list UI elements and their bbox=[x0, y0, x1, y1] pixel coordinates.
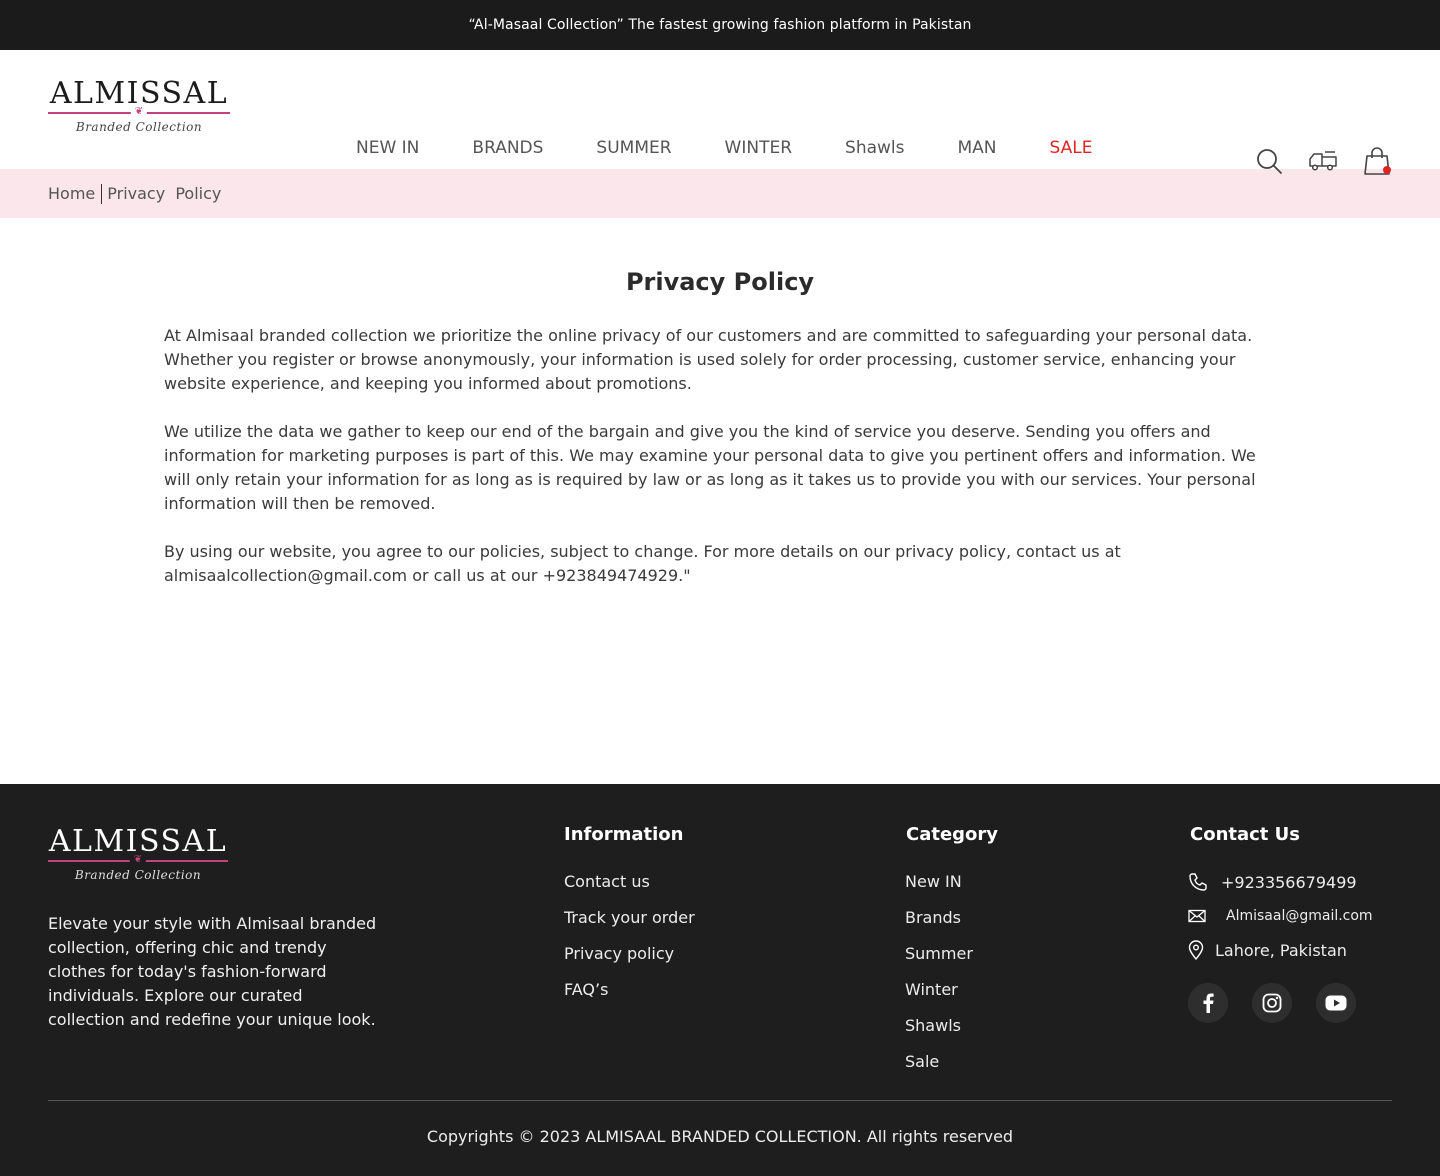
footer-logo-divider: ❦ bbox=[48, 854, 228, 866]
footer-category-winter[interactable]: Winter bbox=[905, 979, 998, 1001]
main-content: Privacy Policy At Almisaal branded colle… bbox=[0, 218, 1440, 784]
logo-divider: ❦ bbox=[48, 106, 230, 118]
footer-contact: Contact Us +923356679499 Almisaal@gmail.… bbox=[1188, 824, 1380, 1023]
breadcrumb-current: Privacy Policy bbox=[107, 184, 222, 203]
nav-brands[interactable]: BRANDS bbox=[472, 138, 543, 158]
contact-location: Lahore, Pakistan bbox=[1188, 939, 1380, 961]
footer-information: Information Contact us Track your order … bbox=[564, 824, 695, 1015]
phone-icon bbox=[1188, 872, 1210, 892]
mail-icon bbox=[1188, 909, 1210, 923]
nav-summer[interactable]: SUMMER bbox=[596, 138, 671, 158]
nav-new-in[interactable]: NEW IN bbox=[356, 138, 419, 158]
footer-link-faq[interactable]: FAQ’s bbox=[564, 979, 695, 1001]
site-logo[interactable]: ALMISSAL ❦ Branded Collection bbox=[48, 78, 230, 134]
footer-contact-title: Contact Us bbox=[1190, 824, 1301, 845]
footer-logo[interactable]: ALMISSAL ❦ Branded Collection bbox=[48, 826, 228, 882]
contact-phone-text: +923356679499 bbox=[1221, 872, 1357, 892]
cart-badge bbox=[1383, 166, 1391, 174]
footer-category-summer[interactable]: Summer bbox=[905, 943, 998, 965]
footer-information-title: Information bbox=[564, 824, 684, 845]
announcement-bar: “Al-Masaal Collection” The fastest growi… bbox=[0, 0, 1440, 50]
footer-link-privacy[interactable]: Privacy policy bbox=[564, 943, 695, 965]
breadcrumb: Home Privacy Policy bbox=[0, 169, 1440, 218]
shopping-bag-icon[interactable] bbox=[1362, 146, 1392, 176]
header-actions bbox=[1254, 146, 1392, 176]
social-links bbox=[1188, 983, 1380, 1023]
contact-location-text: Lahore, Pakistan bbox=[1215, 940, 1347, 960]
truck-icon[interactable] bbox=[1308, 146, 1338, 176]
footer-category-brands[interactable]: Brands bbox=[905, 907, 998, 929]
logo-tagline: Branded Collection bbox=[75, 120, 203, 134]
footer-link-contact[interactable]: Contact us bbox=[564, 871, 695, 893]
location-pin-icon bbox=[1188, 940, 1210, 960]
footer-category: Category New IN Brands Summer Winter Sha… bbox=[905, 824, 998, 1087]
footer-link-track-order[interactable]: Track your order bbox=[564, 907, 695, 929]
announcement-text: “Al-Masaal Collection” The fastest growi… bbox=[468, 17, 972, 33]
main-nav: NEW IN BRANDS SUMMER WINTER Shawls MAN S… bbox=[356, 138, 1092, 158]
logo-ornament-icon: ❦ bbox=[129, 854, 147, 866]
footer-divider bbox=[48, 1100, 1392, 1101]
breadcrumb-home[interactable]: Home bbox=[48, 184, 95, 203]
policy-paragraph: By using our website, you agree to our p… bbox=[164, 542, 1121, 585]
site-header: ALMISSAL ❦ Branded Collection NEW IN BRA… bbox=[0, 50, 1440, 175]
page-title: Privacy Policy bbox=[625, 268, 815, 296]
footer-category-sale[interactable]: Sale bbox=[905, 1051, 998, 1073]
nav-man[interactable]: MAN bbox=[958, 138, 997, 158]
footer-category-new-in[interactable]: New IN bbox=[905, 871, 998, 893]
youtube-icon[interactable] bbox=[1316, 983, 1356, 1023]
instagram-icon[interactable] bbox=[1252, 983, 1292, 1023]
contact-email-text: Almisaal@gmail.com bbox=[1226, 908, 1373, 924]
nav-winter[interactable]: WINTER bbox=[725, 138, 792, 158]
facebook-icon[interactable] bbox=[1188, 983, 1228, 1023]
breadcrumb-separator bbox=[101, 183, 103, 204]
footer-logo-tagline: Branded Collection bbox=[74, 868, 202, 882]
copyright: Copyrights © 2023 ALMISAAL BRANDED COLLE… bbox=[426, 1127, 1014, 1146]
contact-phone[interactable]: +923356679499 bbox=[1188, 871, 1380, 893]
site-footer: ALMISSAL ❦ Branded Collection Elevate yo… bbox=[0, 784, 1440, 1176]
footer-about-text: Elevate your style with Almisaal branded… bbox=[48, 914, 377, 1029]
logo-ornament-icon: ❦ bbox=[130, 106, 148, 118]
policy-paragraph: We utilize the data we gather to keep ou… bbox=[164, 422, 1256, 513]
nav-shawls[interactable]: Shawls bbox=[845, 138, 904, 158]
contact-email[interactable]: Almisaal@gmail.com bbox=[1188, 905, 1380, 927]
search-icon[interactable] bbox=[1254, 146, 1284, 176]
footer-category-title: Category bbox=[906, 824, 999, 845]
footer-category-shawls[interactable]: Shawls bbox=[905, 1015, 998, 1037]
policy-paragraph: At Almisaal branded collection we priori… bbox=[164, 326, 1253, 393]
nav-sale[interactable]: SALE bbox=[1050, 138, 1093, 158]
